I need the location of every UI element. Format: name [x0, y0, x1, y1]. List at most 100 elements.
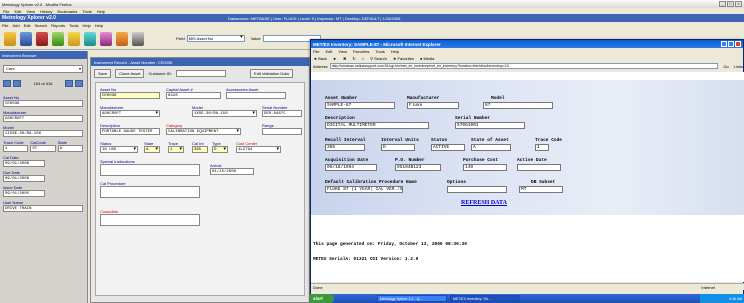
recall-interval-input[interactable]: 365: [325, 144, 365, 151]
binoculars-icon[interactable]: [132, 31, 144, 46]
app-menu-reports[interactable]: Reports: [51, 23, 65, 28]
task-metrology[interactable]: Metrology Xplorer 1.2 - Q...: [377, 295, 447, 302]
rec-manufacturer-input[interactable]: ASHCROFT: [100, 110, 160, 117]
minimize-button[interactable]: _: [719, 1, 726, 7]
first-record-button[interactable]: [3, 79, 11, 87]
app-menu-tools[interactable]: Tools: [69, 23, 78, 28]
forward-icon[interactable]: ►: [333, 56, 337, 61]
due-date-value[interactable]: 09/01/2008: [3, 175, 45, 182]
refresh-icon[interactable]: ↻: [352, 56, 355, 61]
rec-status-input[interactable]: IN USE: [100, 146, 138, 153]
save-button[interactable]: Save: [94, 68, 112, 78]
edit-validation-button[interactable]: Edit Validation Data: [250, 68, 293, 78]
trace-code-input[interactable]: 1: [535, 144, 549, 151]
user-name-value[interactable]: DRIVE TRAIN: [3, 205, 83, 212]
menu-edit[interactable]: Edit: [14, 9, 21, 14]
ruler-icon[interactable]: [116, 31, 128, 46]
field-select[interactable]: MIS Asset No: [186, 35, 245, 42]
go-button[interactable]: Go: [720, 64, 731, 69]
next-record-button[interactable]: [65, 79, 73, 87]
ie-menu-view[interactable]: View: [338, 49, 347, 54]
asset-number-input[interactable]: SAMPLE-87: [325, 102, 395, 109]
menu-view[interactable]: View: [26, 9, 35, 14]
app-menu-help-2[interactable]: Help: [95, 23, 103, 28]
folder-open-icon[interactable]: [68, 31, 80, 46]
home-icon[interactable]: ⌂: [362, 56, 364, 61]
ie-menu-help[interactable]: Help: [391, 49, 399, 54]
tools-icon[interactable]: [36, 31, 48, 46]
app-menu-help[interactable]: Help: [83, 23, 91, 28]
close-button[interactable]: ×: [735, 1, 742, 7]
rec-model-input[interactable]: 1XSE-30/RA-150: [192, 110, 257, 117]
model-input[interactable]: 87: [483, 102, 553, 109]
start-button[interactable]: start: [310, 294, 334, 303]
ie-menu-favorites[interactable]: Favorites: [353, 49, 369, 54]
app-menu-edit[interactable]: Edit: [24, 23, 31, 28]
favorites-button[interactable]: ★ Favorites: [393, 56, 414, 61]
ie-minimize-button[interactable]: [721, 41, 727, 47]
refresh-data-link[interactable]: REFRESH DATA: [461, 200, 507, 206]
menu-bookmarks[interactable]: Bookmarks: [57, 9, 77, 14]
ie-menu-file[interactable]: File: [313, 49, 319, 54]
db-subset-input[interactable]: MT: [519, 186, 563, 193]
ie-maximize-button[interactable]: [728, 41, 734, 47]
ie-close-button[interactable]: [735, 41, 741, 47]
links-button[interactable]: Links: [734, 64, 743, 69]
options-input[interactable]: [447, 186, 507, 193]
rec-range-input[interactable]: [262, 128, 302, 135]
state-value[interactable]: A: [57, 145, 83, 152]
customer-id-input[interactable]: [176, 69, 227, 77]
cal-date-value[interactable]: 09/01/2008: [3, 160, 45, 167]
media-button[interactable]: ● Media: [420, 56, 434, 61]
asset-no-value[interactable]: CE0036: [3, 100, 83, 107]
po-number-input[interactable]: 95104B123: [395, 164, 441, 171]
folder-icon[interactable]: [4, 31, 16, 46]
rec-custodian-input[interactable]: [100, 214, 200, 226]
rec-accessories-input[interactable]: [226, 92, 286, 99]
rec-special-input[interactable]: [100, 164, 200, 176]
rec-calproc-input[interactable]: [100, 186, 200, 198]
browser-filter-select[interactable]: Cars: [3, 65, 83, 73]
rec-capital-asset-input[interactable]: 8428: [166, 92, 221, 99]
task-metex[interactable]: MET/EX Inventory: SA...: [450, 295, 520, 302]
rec-type-input[interactable]: D: [212, 146, 228, 153]
description-input[interactable]: DIGITAL MULTIMETER: [325, 122, 429, 129]
active-date-input[interactable]: [517, 164, 561, 171]
menu-tools[interactable]: Tools: [82, 9, 91, 14]
menu-file[interactable]: File: [3, 9, 9, 14]
cal-procedure-input[interactable]: FLUKE 87 (1 YEAR) CAL VER./5: [325, 186, 403, 193]
trace-code-value[interactable]: 1: [3, 145, 29, 152]
address-input[interactable]: http://windows.ontinasupport.com:51/cgi-…: [329, 63, 719, 69]
rec-serial-input[interactable]: DER-0467C: [262, 110, 302, 117]
document-icon[interactable]: [84, 31, 96, 46]
cal-code-value[interactable]: ST: [30, 145, 56, 152]
rec-asset-no-input[interactable]: CE0036: [100, 92, 160, 99]
rec-costcenter-input[interactable]: 4L2794: [236, 146, 281, 153]
chart-icon[interactable]: [52, 31, 64, 46]
status-input[interactable]: ACTIVE: [431, 144, 465, 151]
rec-arrival-input[interactable]: 01/15/2008: [210, 168, 254, 175]
search-button[interactable]: ⚲ Search: [370, 56, 387, 61]
model-value[interactable]: 1IXSE-30/RA-150: [3, 130, 83, 137]
maximize-button[interactable]: □: [727, 1, 734, 7]
book-icon[interactable]: [20, 31, 32, 46]
manufacturer-input[interactable]: Fluke: [407, 102, 459, 109]
rec-calint-input[interactable]: 365: [192, 146, 208, 153]
wrench-icon[interactable]: [100, 31, 112, 46]
app-menu-search[interactable]: Search: [34, 23, 47, 28]
ie-menu-edit[interactable]: Edit: [325, 49, 332, 54]
state-of-asset-input[interactable]: A: [471, 144, 511, 151]
app-menu-file[interactable]: File: [2, 23, 8, 28]
ie-menu-tools[interactable]: Tools: [375, 49, 384, 54]
prev-record-button[interactable]: [13, 79, 21, 87]
back-button[interactable]: ◄ Back: [313, 56, 327, 61]
manufacturer-value[interactable]: ASHCROFT: [3, 115, 83, 122]
purchase-cost-input[interactable]: 149: [463, 164, 507, 171]
serial-number-input[interactable]: 67061001: [455, 122, 525, 129]
acquisition-date-input[interactable]: 06/16/1994: [325, 164, 377, 171]
last-record-button[interactable]: [75, 79, 83, 87]
rec-trace-input[interactable]: 1: [168, 146, 184, 153]
menu-help[interactable]: Help: [97, 9, 105, 14]
issue-date-value[interactable]: 09/01/2005: [3, 190, 45, 197]
rec-description-input[interactable]: PORTABLE GAUGE TESTER: [100, 128, 160, 135]
